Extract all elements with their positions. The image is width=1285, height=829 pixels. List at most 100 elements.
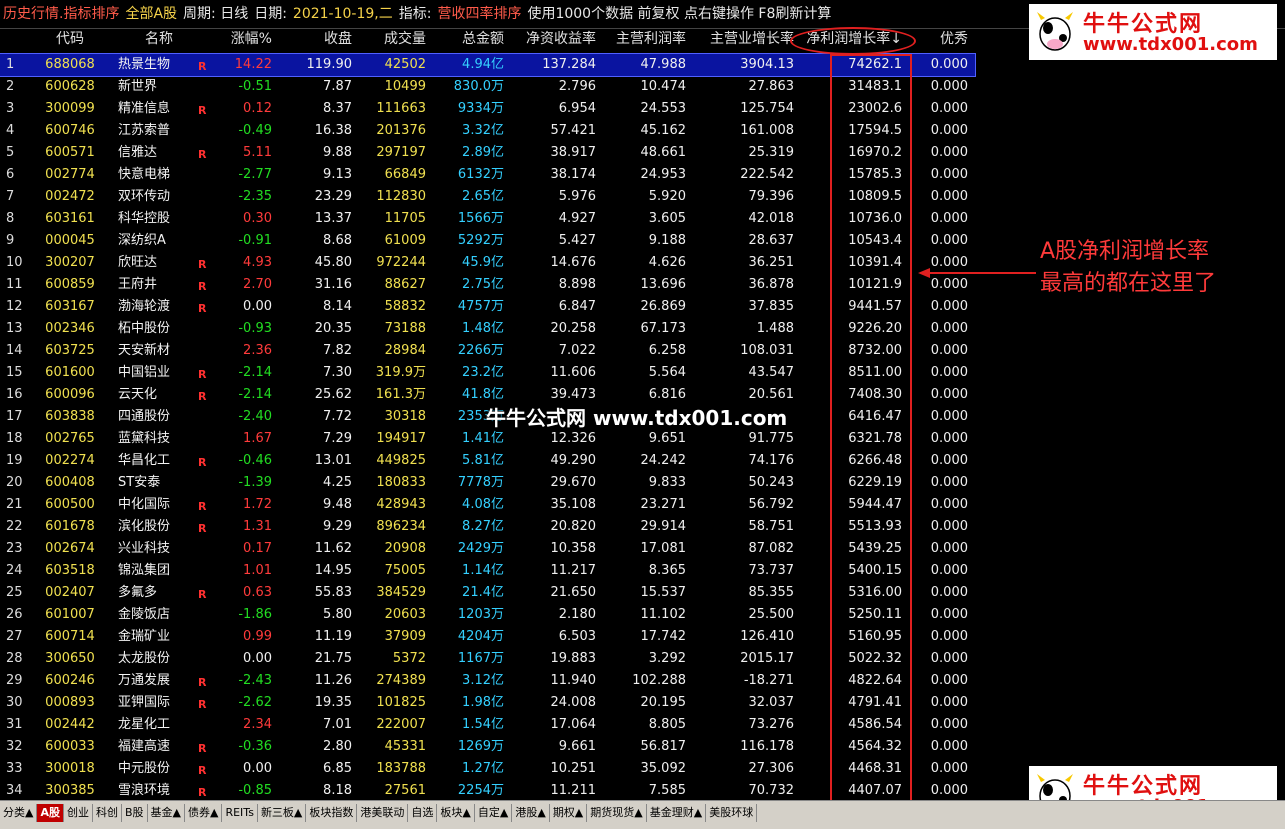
market-tab[interactable]: 自定▲ (475, 804, 513, 822)
table-row[interactable]: 18 002765 蓝黛科技 1.67 7.29 194917 1.41亿 12.326 9.6… (0, 428, 975, 450)
net-margin: 26.869 (640, 299, 687, 314)
table-row[interactable]: 15 601600 中国铝业 R -2.14 7.30 319.9万 23.2亿 11.606 5… (0, 362, 975, 384)
market-tab[interactable]: 创业 (64, 804, 93, 822)
net-margin: 24.242 (640, 453, 687, 468)
row-index: 13 (6, 321, 23, 336)
indicator-value[interactable]: 营收四率排序 (434, 0, 524, 28)
market-tab[interactable]: 期权▲ (550, 804, 588, 822)
market-tab[interactable]: A股 (37, 804, 64, 822)
table-row[interactable]: 25 002407 多氟多 R 0.63 55.83 384529 21.4亿 21.650 15… (0, 582, 975, 604)
volume: 30318 (384, 409, 426, 424)
table-row[interactable]: 10 300207 欣旺达 R 4.93 45.80 972244 45.9亿 14.676 4.… (0, 252, 975, 274)
market-tab[interactable]: 基金理财▲ (647, 804, 707, 822)
net-margin: 3.292 (648, 651, 686, 666)
table-row[interactable]: 1 688068 热景生物 R 14.22 119.90 42502 4.94亿 137.284… (0, 53, 976, 77)
market-tab[interactable]: 债券▲ (185, 804, 223, 822)
stock-code: 300207 (45, 255, 95, 270)
table-row[interactable]: 5 600571 信雅达 R 5.11 9.88 297197 2.89亿 38.917 48.6… (0, 142, 975, 164)
market-tab[interactable]: REITs (222, 804, 258, 822)
market-selector[interactable]: 全部A股 (122, 0, 180, 28)
table-row[interactable]: 11 600859 王府井 R 2.70 31.16 88627 2.75亿 8.898 13.6… (0, 274, 975, 296)
column-header-close[interactable]: 收盘 (274, 28, 352, 50)
date-value[interactable]: 2021-10-19,二 (290, 0, 396, 28)
history-indicator-sort-title[interactable]: 历史行情.指标排序 (0, 0, 122, 28)
margin-flag: R (198, 390, 207, 403)
amount: 4.94亿 (462, 57, 504, 72)
market-tab[interactable]: 港美联动 (357, 804, 409, 822)
close-price: 31.16 (314, 277, 352, 292)
site-logo-top: 牛牛公式网 www.tdx001.com (1029, 4, 1277, 60)
table-row[interactable]: 33 300018 中元股份 R 0.00 6.85 183788 1.27亿 10.251 35… (0, 758, 975, 780)
margin-flag: R (198, 368, 207, 381)
margin-flag (198, 76, 210, 78)
table-row[interactable]: 19 002274 华昌化工 R -0.46 13.01 449825 5.81亿 49.290… (0, 450, 975, 472)
amount: 7778万 (457, 475, 504, 490)
column-header-code[interactable]: 代码 (40, 28, 100, 50)
table-row[interactable]: 4 600746 江苏索普 -0.49 16.38 201376 3.32亿 57.421 45… (0, 120, 975, 142)
stock-code: 002407 (45, 585, 95, 600)
margin-flag: R (198, 698, 207, 711)
close-price: 23.29 (314, 189, 352, 204)
close-price: 14.95 (314, 563, 352, 578)
column-header-volume[interactable]: 成交量 (354, 28, 426, 50)
column-header-roe[interactable]: 净资收益率 (506, 28, 596, 50)
table-row[interactable]: 7 002472 双环传动 -2.35 23.29 112830 2.65亿 5.976 5.9… (0, 186, 975, 208)
column-header-amount[interactable]: 总金额 (428, 28, 504, 50)
table-row[interactable]: 29 600246 万通发展 R -2.43 11.26 274389 3.12亿 11.940… (0, 670, 975, 692)
period-label[interactable]: 周期: 日线 (180, 0, 251, 28)
market-tab[interactable]: B股 (122, 804, 148, 822)
net-margin: 9.651 (648, 431, 686, 446)
table-row[interactable]: 26 601007 金陵饭店 -1.86 5.80 20603 1203万 2.180 11.1… (0, 604, 975, 626)
table-row[interactable]: 13 002346 柘中股份 -0.93 20.35 73188 1.48亿 20.258 67… (0, 318, 975, 340)
column-header-name[interactable]: 名称 (118, 28, 200, 50)
revenue-growth: 27.306 (748, 761, 795, 776)
table-row[interactable]: 27 600714 金瑞矿业 0.99 11.19 37909 4204万 6.503 17.7… (0, 626, 975, 648)
table-row[interactable]: 23 002674 兴业科技 0.17 11.62 20908 2429万 10.358 17.… (0, 538, 975, 560)
close-price: 2.80 (323, 739, 352, 754)
table-row[interactable]: 20 600408 ST安泰 -1.39 4.25 180833 7778万 29.670 9.… (0, 472, 975, 494)
column-header-net-margin[interactable]: 主营利润率 (598, 28, 686, 50)
market-tab[interactable]: 期货现货▲ (587, 804, 647, 822)
column-header-revenue-growth[interactable]: 主营业增长率 (688, 28, 794, 50)
market-tab[interactable]: 科创 (93, 804, 122, 822)
table-row[interactable]: 34 300385 雪浪环境 R -0.85 8.18 27561 2254万 11.211 7.… (0, 780, 975, 800)
table-row[interactable]: 28 300650 太龙股份 0.00 21.75 5372 1167万 19.883 3.29… (0, 648, 975, 670)
roe: 4.927 (558, 211, 596, 226)
change-pct: 0.00 (243, 761, 272, 776)
table-row[interactable]: 31 002442 龙星化工 2.34 7.01 222007 1.54亿 17.064 8.8… (0, 714, 975, 736)
table-row[interactable]: 8 603161 科华控股 0.30 13.37 11705 1566万 4.927 3.605… (0, 208, 975, 230)
margin-flag: R (198, 280, 207, 293)
table-row[interactable]: 2 600628 新世界 -0.51 7.87 10499 830.0万 2.796 10.47… (0, 76, 975, 98)
market-tab[interactable]: 港股▲ (512, 804, 550, 822)
table-row[interactable]: 21 600500 中化国际 R 1.72 9.48 428943 4.08亿 35.108 23… (0, 494, 975, 516)
roe: 7.022 (558, 343, 596, 358)
table-row[interactable]: 32 600033 福建高速 R -0.36 2.80 45331 1269万 9.661 56.… (0, 736, 975, 758)
market-tab[interactable]: 板块▲ (437, 804, 475, 822)
revenue-growth: 25.319 (748, 145, 795, 160)
logo-url[interactable]: www.tdx001.com (1083, 34, 1258, 55)
table-row[interactable]: 24 603518 锦泓集团 1.01 14.95 75005 1.14亿 11.217 8.3… (0, 560, 975, 582)
market-tab[interactable]: 新三板▲ (258, 804, 307, 822)
table-row[interactable]: 30 000893 亚钾国际 R -2.62 19.35 101825 1.98亿 24.008… (0, 692, 975, 714)
column-header-change[interactable]: 涨幅% (212, 28, 272, 50)
table-row[interactable]: 6 002774 快意电梯 -2.77 9.13 66849 6132万 38.174 24.9… (0, 164, 975, 186)
table-row[interactable]: 12 603167 渤海轮渡 R 0.00 8.14 58832 4757万 6.847 26.8… (0, 296, 975, 318)
table-row[interactable]: 22 601678 滨化股份 R 1.31 9.29 896234 8.27亿 20.820 29… (0, 516, 975, 538)
market-tab[interactable]: 自选 (408, 804, 438, 822)
market-tab[interactable]: 板块指数 (306, 804, 358, 822)
market-tab[interactable]: 基金▲ (148, 804, 185, 822)
roe: 38.174 (550, 167, 597, 182)
stock-code: 600571 (45, 145, 95, 160)
table-row[interactable]: 3 300099 精准信息 R 0.12 8.37 111663 9334万 6.954 24.5… (0, 98, 975, 120)
annotation-line-2: 最高的都在这里了 (1040, 271, 1217, 296)
row-index: 31 (6, 717, 23, 732)
change-pct: -1.39 (238, 475, 272, 490)
stock-code: 600500 (45, 497, 95, 512)
market-tab[interactable]: 分类▲ (0, 804, 38, 822)
market-tab[interactable]: 美股环球 (706, 804, 758, 822)
table-row[interactable]: 9 000045 深纺织A -0.91 8.68 61009 5292万 5.427 9.188… (0, 230, 975, 252)
table-row[interactable]: 14 603725 天安新材 2.36 7.82 28984 2266万 7.022 6.258… (0, 340, 975, 362)
stock-name: 太龙股份 (118, 651, 171, 666)
amount: 2429万 (457, 541, 504, 556)
header-highlight-ellipse (790, 27, 916, 55)
